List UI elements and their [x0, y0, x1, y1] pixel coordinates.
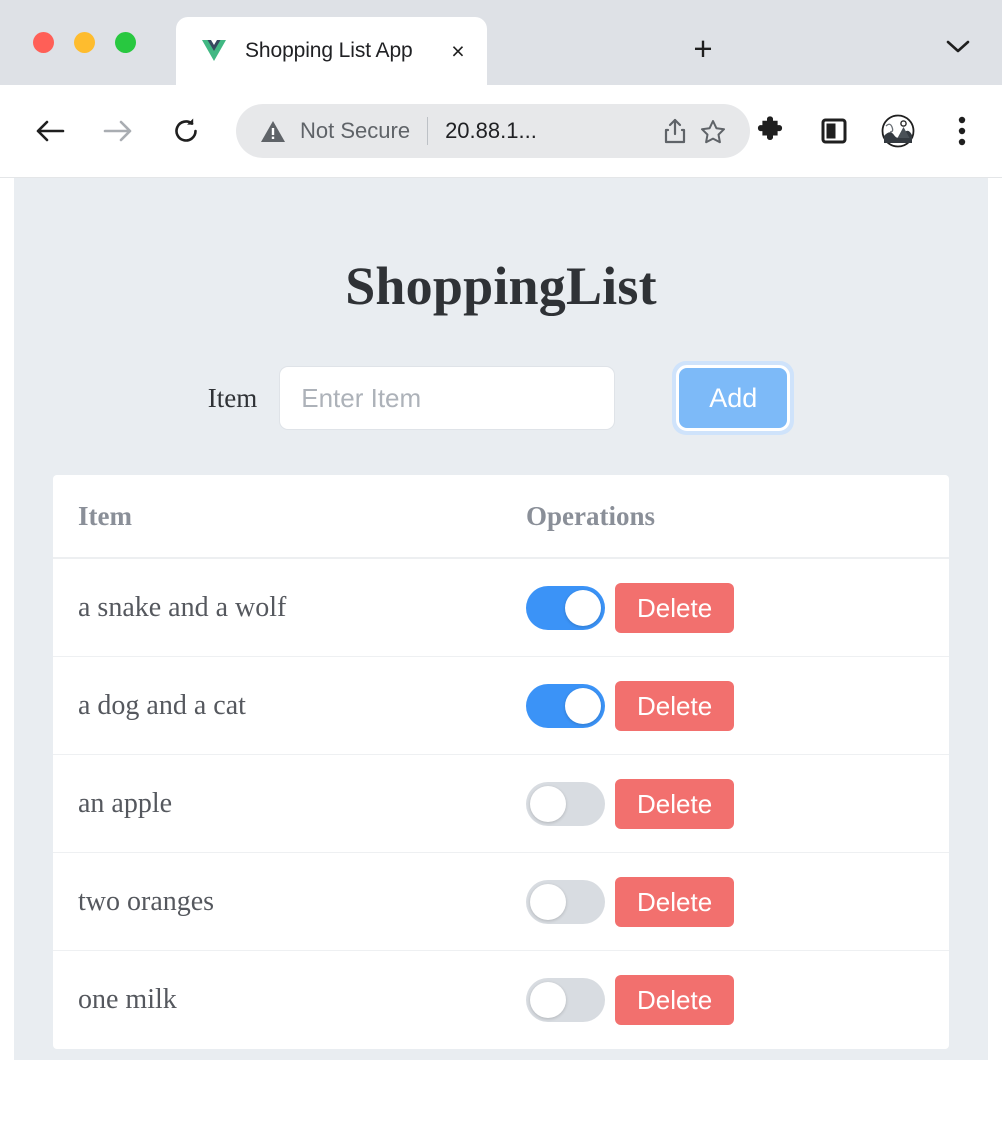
tab-title: Shopping List App	[245, 39, 413, 62]
omnibox-divider	[427, 117, 429, 145]
close-window-button[interactable]	[33, 32, 54, 53]
delete-button[interactable]: Delete	[615, 680, 735, 731]
toggle-knob	[530, 785, 566, 822]
vue-logo-icon	[200, 37, 228, 65]
table-row: a snake and a wolf Delete	[53, 559, 949, 657]
chevron-down-icon[interactable]	[938, 27, 978, 67]
item-name: an apple	[78, 787, 173, 819]
item-input[interactable]	[279, 366, 616, 430]
table-header-row: Item Operations	[53, 475, 949, 559]
toolbar-actions	[750, 111, 984, 151]
minimize-window-button[interactable]	[74, 32, 95, 53]
item-name: a snake and a wolf	[78, 591, 287, 623]
row-operations: Delete	[526, 975, 735, 1025]
close-tab-button[interactable]: ×	[441, 34, 475, 68]
delete-button[interactable]: Delete	[615, 876, 735, 927]
delete-button[interactable]: Delete	[615, 778, 735, 829]
table-row: an apple Delete	[53, 755, 949, 853]
page-viewport: ShoppingList Item Add Item Operations a …	[0, 178, 1002, 1130]
row-operations: Delete	[526, 680, 735, 731]
add-button-focus-ring: Add	[672, 361, 795, 435]
page-title: ShoppingList	[345, 256, 657, 316]
table-row: one milk Delete	[53, 951, 949, 1049]
forward-arrow-icon	[94, 107, 142, 155]
toggle-knob	[530, 982, 566, 1018]
item-input-label: Item	[207, 382, 258, 413]
item-toggle[interactable]	[526, 978, 605, 1022]
url-text[interactable]: 20.88.1...	[445, 118, 656, 144]
table-body: a snake and a wolf Delete a dog and a cat D…	[53, 559, 949, 1049]
three-dot-menu-icon[interactable]	[942, 111, 982, 151]
shopping-list-app: ShoppingList Item Add Item Operations a …	[14, 178, 988, 1060]
table-row: two oranges Delete	[53, 853, 949, 951]
delete-button[interactable]: Delete	[615, 582, 735, 633]
item-toggle[interactable]	[526, 585, 605, 630]
share-icon[interactable]	[656, 112, 694, 150]
window-controls	[33, 32, 136, 53]
item-name: one milk	[78, 984, 177, 1015]
row-operations: Delete	[526, 582, 735, 633]
toggle-knob	[565, 589, 601, 626]
address-bar[interactable]: Not Secure 20.88.1...	[236, 104, 750, 158]
browser-window: Shopping List App × + Not Secure 20.88.1…	[0, 0, 1002, 1130]
add-item-form: Item Add	[14, 361, 988, 435]
table-row: a dog and a cat Delete	[53, 657, 949, 755]
item-toggle[interactable]	[526, 683, 605, 728]
item-name: two oranges	[78, 885, 215, 917]
toggle-knob	[565, 687, 601, 724]
item-toggle[interactable]	[526, 879, 605, 924]
side-panel-icon[interactable]	[814, 111, 854, 151]
browser-toolbar: Not Secure 20.88.1...	[0, 85, 1002, 178]
delete-button[interactable]: Delete	[615, 975, 735, 1025]
reload-icon[interactable]	[162, 107, 210, 155]
add-button[interactable]: Add	[676, 365, 791, 431]
toggle-knob	[530, 883, 566, 920]
back-arrow-icon[interactable]	[26, 107, 74, 155]
column-header-operations: Operations	[526, 500, 656, 531]
security-status-label: Not Secure	[300, 118, 411, 143]
avatar-icon[interactable]	[878, 111, 918, 151]
star-icon[interactable]	[694, 112, 732, 150]
browser-tab[interactable]: Shopping List App ×	[176, 17, 487, 85]
item-name: a dog and a cat	[78, 689, 246, 721]
new-tab-button[interactable]: +	[678, 25, 728, 71]
tab-strip: Shopping List App × +	[0, 0, 1002, 85]
not-secure-warning-icon	[260, 120, 286, 143]
shopping-list-table: Item Operations a snake and a wolf Delete…	[53, 475, 949, 1049]
row-operations: Delete	[526, 876, 735, 927]
item-toggle[interactable]	[526, 781, 605, 826]
maximize-window-button[interactable]	[115, 32, 136, 53]
column-header-item: Item	[78, 500, 132, 531]
puzzle-piece-icon[interactable]	[750, 111, 790, 151]
row-operations: Delete	[526, 778, 735, 829]
